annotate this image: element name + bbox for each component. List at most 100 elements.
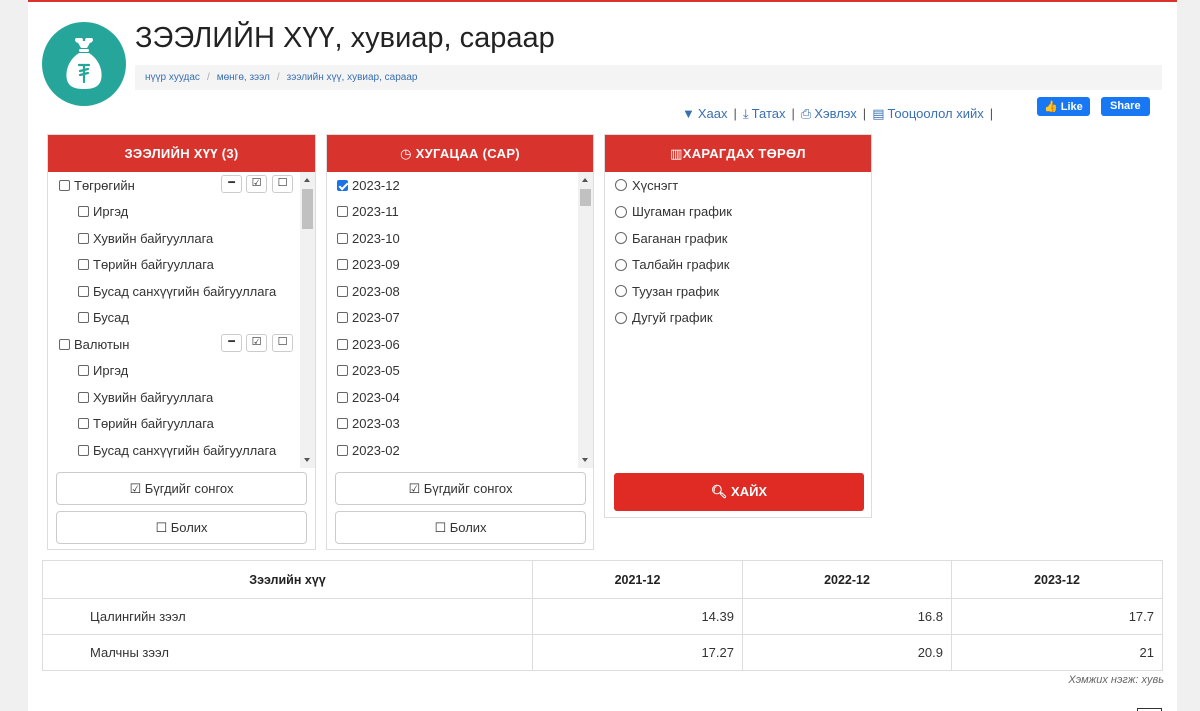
checkbox[interactable] bbox=[337, 312, 348, 324]
radio-option[interactable]: Туузан график bbox=[605, 278, 871, 305]
list-item[interactable]: Хувийн байгууллага bbox=[48, 225, 315, 252]
radio-option[interactable]: Талбайн график bbox=[605, 252, 871, 279]
checkbox[interactable] bbox=[59, 338, 70, 350]
checkbox[interactable] bbox=[59, 179, 70, 191]
column-header: 2022-12 bbox=[742, 560, 952, 599]
row-label: Цалингийн зээл bbox=[42, 598, 533, 635]
checkbox[interactable] bbox=[337, 206, 348, 218]
checkbox[interactable] bbox=[337, 338, 348, 350]
select-all-button[interactable]: ☑ Бүгдийг сонгох bbox=[56, 472, 307, 505]
radio[interactable] bbox=[615, 205, 627, 218]
group-item-valyut[interactable]: Валютын ━ ☑ ☐ bbox=[48, 331, 315, 358]
view-type-panel-title: ▥ХАРАГДАХ ТӨРӨЛ bbox=[605, 135, 871, 172]
scroll-down-icon[interactable] bbox=[582, 458, 588, 462]
time-panel: ◷ ХУГАЦАА (САР) 2023-12 2023-11 2023-10 … bbox=[326, 134, 594, 550]
checkbox[interactable] bbox=[78, 444, 89, 456]
checkbox[interactable] bbox=[78, 418, 89, 430]
money-bag-logo bbox=[42, 22, 126, 106]
radio-option[interactable]: Баганан график bbox=[605, 225, 871, 252]
bar-chart-icon: ▥ bbox=[670, 146, 683, 161]
list-item[interactable]: Бусад bbox=[48, 305, 315, 332]
radio[interactable] bbox=[615, 311, 627, 324]
breadcrumb-home[interactable]: нүүр хуудас bbox=[145, 72, 200, 83]
print-link[interactable]: ⎙ Хэвлэх bbox=[801, 106, 857, 121]
scroll-thumb[interactable] bbox=[580, 189, 591, 206]
collapse-button[interactable]: ━ bbox=[221, 334, 242, 352]
list-item[interactable]: Бусад санхүүгийн байгууллага bbox=[48, 437, 315, 464]
group-item-tugrug[interactable]: Төгрөгийн ━ ☑ ☐ bbox=[48, 172, 315, 199]
scroll-up-icon[interactable] bbox=[582, 178, 588, 182]
checkbox[interactable] bbox=[78, 259, 89, 271]
list-item[interactable]: 2023-12 bbox=[327, 172, 593, 199]
radio-option[interactable]: Шугаман график bbox=[605, 199, 871, 226]
list-item[interactable]: 2023-02 bbox=[327, 437, 593, 464]
time-panel-title: ◷ ХУГАЦАА (САР) bbox=[327, 135, 593, 172]
page: ЗЭЭЛИЙН ХҮҮ, хувиар, сараар нүүр хуудас /… bbox=[28, 0, 1177, 711]
breadcrumb-current[interactable]: зээлийн хүү, хувиар, сараар bbox=[287, 72, 418, 83]
cancel-button[interactable]: ☐ Болих bbox=[335, 511, 586, 544]
checkbox[interactable] bbox=[337, 418, 348, 430]
radio[interactable] bbox=[615, 258, 627, 271]
search-button[interactable]: 🔍︎ ХАЙХ bbox=[614, 473, 864, 511]
checkbox[interactable] bbox=[78, 365, 89, 377]
list-item[interactable]: 2023-10 bbox=[327, 225, 593, 252]
facebook-like-button[interactable]: 👍 Like bbox=[1037, 97, 1090, 116]
list-item[interactable]: 2023-11 bbox=[327, 199, 593, 226]
indicator-panel: ЗЭЭЛИЙН ХҮҮ (3) Төгрөгийн ━ ☑ ☐ Иргэд Ху… bbox=[47, 134, 316, 550]
radio-option[interactable]: Хүснэгт bbox=[605, 172, 871, 199]
scroll-up-icon[interactable] bbox=[304, 178, 310, 182]
checkbox[interactable] bbox=[337, 285, 348, 297]
checkbox[interactable] bbox=[337, 444, 348, 456]
list-item[interactable]: 2023-09 bbox=[327, 252, 593, 279]
facebook-share-button[interactable]: Share bbox=[1101, 97, 1150, 116]
checkbox[interactable] bbox=[337, 391, 348, 403]
close-link[interactable]: ▼ Хаах bbox=[682, 106, 728, 121]
check-all-button[interactable]: ☑ bbox=[246, 175, 267, 193]
checkbox[interactable] bbox=[78, 232, 89, 244]
calc-link[interactable]: ▤ Тооцоолол хийх bbox=[872, 106, 984, 121]
check-all-button[interactable]: ☑ bbox=[246, 334, 267, 352]
checkbox[interactable] bbox=[78, 391, 89, 403]
radio[interactable] bbox=[615, 232, 627, 245]
unit-note: Хэмжих нэгж: хувь bbox=[1068, 674, 1164, 686]
list-item[interactable]: 2023-05 bbox=[327, 358, 593, 385]
list-item[interactable]: 2023-08 bbox=[327, 278, 593, 305]
toolbar: ▼ Хаах | ⤓ Татах | ⎙ Хэвлэх | ▤ Тооцоолол хийх | bbox=[682, 106, 994, 121]
radio[interactable] bbox=[615, 285, 627, 298]
list-item[interactable]: 2023-06 bbox=[327, 331, 593, 358]
collapse-button[interactable]: ━ bbox=[221, 175, 242, 193]
list-item[interactable]: Иргэд bbox=[48, 358, 315, 385]
uncheck-all-button[interactable]: ☐ bbox=[272, 334, 293, 352]
list-item[interactable]: 2023-07 bbox=[327, 305, 593, 332]
radio-option[interactable]: Дугуй график bbox=[605, 305, 871, 332]
select-all-button[interactable]: ☑ Бүгдийг сонгох bbox=[335, 472, 586, 505]
list-item[interactable]: Төрийн байгууллага bbox=[48, 252, 315, 279]
checkbox-checked[interactable] bbox=[337, 179, 348, 191]
list-item[interactable]: Хувийн байгууллага bbox=[48, 384, 315, 411]
list-item[interactable]: 2023-04 bbox=[327, 384, 593, 411]
download-icon: ⤓ bbox=[742, 106, 749, 121]
breadcrumb-category[interactable]: мөнгө, зээл bbox=[217, 72, 270, 83]
search-icon: 🔍︎ bbox=[710, 484, 728, 499]
uncheck-all-button[interactable]: ☐ bbox=[272, 175, 293, 193]
checkbox[interactable] bbox=[337, 365, 348, 377]
checkbox[interactable] bbox=[337, 259, 348, 271]
scroll-thumb[interactable] bbox=[302, 189, 313, 229]
scrollbar[interactable] bbox=[578, 172, 593, 468]
download-link[interactable]: ⤓ Татах bbox=[743, 106, 786, 121]
list-item[interactable]: 2023-03 bbox=[327, 411, 593, 438]
clock-icon: ◷ bbox=[400, 146, 412, 161]
list-item[interactable]: Иргэд bbox=[48, 199, 315, 226]
radio[interactable] bbox=[615, 179, 627, 192]
checkbox[interactable] bbox=[78, 285, 89, 297]
list-item[interactable]: Төрийн байгууллага bbox=[48, 411, 315, 438]
checkbox[interactable] bbox=[337, 232, 348, 244]
cancel-button[interactable]: ☐ Болих bbox=[56, 511, 307, 544]
checkbox[interactable] bbox=[78, 312, 89, 324]
list-item[interactable]: Бусад санхүүгийн байгууллага bbox=[48, 278, 315, 305]
checkbox[interactable] bbox=[78, 206, 89, 218]
scroll-down-icon[interactable] bbox=[304, 458, 310, 462]
thumbs-up-icon: 👍 bbox=[1044, 101, 1058, 113]
view-type-panel: ▥ХАРАГДАХ ТӨРӨЛ Хүснэгт Шугаман график Б… bbox=[604, 134, 872, 518]
scrollbar[interactable] bbox=[300, 172, 315, 468]
